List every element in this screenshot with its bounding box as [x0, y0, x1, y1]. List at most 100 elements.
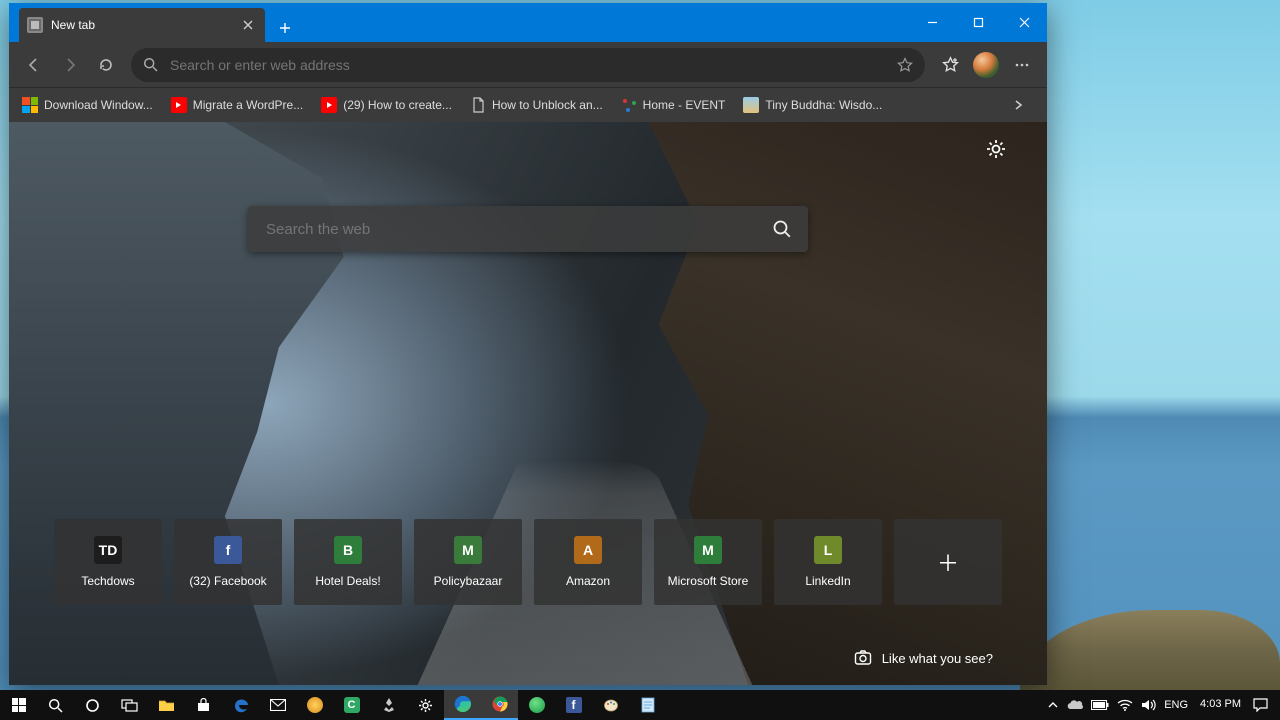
ntp-search-box[interactable]: [248, 206, 808, 252]
tile-label: Amazon: [566, 574, 610, 588]
tile-label: Policybazaar: [434, 574, 503, 588]
taskbar-file-explorer[interactable]: [148, 690, 185, 720]
ntp-tile-4[interactable]: A Amazon: [534, 519, 642, 605]
taskbar-app-4[interactable]: [518, 690, 555, 720]
titlebar: New tab: [9, 3, 1047, 42]
tray-volume-icon[interactable]: [1141, 690, 1156, 720]
new-tab-page: TD Techdows f(32) FacebookBHotel Deals! M Po…: [9, 122, 1047, 685]
ntp-tile-2[interactable]: BHotel Deals!: [294, 519, 402, 605]
bookmark-home-event[interactable]: Home - EVENT: [614, 93, 733, 117]
tile-icon: A: [574, 536, 602, 564]
bookmark-how-to-unblock[interactable]: How to Unblock an...: [463, 93, 610, 117]
address-input[interactable]: [168, 56, 897, 74]
tile-icon: M: [454, 536, 482, 564]
bookmark-label: How to Unblock an...: [492, 98, 603, 112]
taskbar: C f ENG 4:03 PM: [0, 690, 1280, 720]
back-button[interactable]: [17, 48, 51, 82]
start-button[interactable]: [0, 690, 37, 720]
bookmark-how-to-create[interactable]: (29) How to create...: [314, 93, 459, 117]
app-icon: C: [344, 697, 360, 713]
taskbar-settings[interactable]: [407, 690, 444, 720]
task-view-button[interactable]: [111, 690, 148, 720]
window-controls: [909, 3, 1047, 42]
ntp-search-input[interactable]: [264, 220, 772, 239]
bookmark-label: Migrate a WordPre...: [193, 98, 303, 112]
forward-button[interactable]: [53, 48, 87, 82]
youtube-icon: [321, 97, 337, 113]
tray-wifi-icon[interactable]: [1117, 690, 1133, 720]
facebook-icon: f: [566, 697, 582, 713]
tile-label: Techdows: [81, 574, 134, 588]
plus-icon: ＋: [934, 548, 962, 576]
ntp-tile-6[interactable]: L LinkedIn: [774, 519, 882, 605]
favorite-star-icon[interactable]: [897, 57, 913, 73]
bookmark-label: Home - EVENT: [643, 98, 726, 112]
tray-battery-icon[interactable]: [1091, 690, 1109, 720]
new-tab-button[interactable]: [271, 14, 299, 42]
tile-icon: M: [694, 536, 722, 564]
taskbar-mail[interactable]: [259, 690, 296, 720]
bookmark-download-windows[interactable]: Download Window...: [15, 93, 160, 117]
tray-overflow-button[interactable]: [1048, 690, 1058, 720]
ntp-tile-3[interactable]: M Policybazaar: [414, 519, 522, 605]
ntp-tile-5[interactable]: M Microsoft Store: [654, 519, 762, 605]
edge-window: New tab: [9, 3, 1047, 685]
taskbar-store[interactable]: [185, 690, 222, 720]
favorites-button[interactable]: [933, 48, 967, 82]
ntp-add-tile[interactable]: ＋: [894, 519, 1002, 605]
app-icon: [307, 697, 323, 713]
taskbar-edge-chromium[interactable]: [444, 690, 481, 720]
menu-button[interactable]: [1005, 48, 1039, 82]
taskbar-app-2[interactable]: C: [333, 690, 370, 720]
tile-icon: TD: [94, 536, 122, 564]
youtube-icon: [171, 97, 187, 113]
event-icon: [621, 97, 637, 113]
windows-logo-icon: [12, 698, 26, 712]
cortana-button[interactable]: [74, 690, 111, 720]
taskbar-edge-legacy[interactable]: [222, 690, 259, 720]
tile-label: Microsoft Store: [668, 574, 749, 588]
app-icon: [529, 697, 545, 713]
ntp-search-submit-icon[interactable]: [772, 219, 792, 239]
taskbar-app-3[interactable]: [370, 690, 407, 720]
maximize-button[interactable]: [955, 3, 1001, 42]
tile-label: (32) Facebook: [189, 574, 266, 588]
bookmark-label: (29) How to create...: [343, 98, 452, 112]
system-tray: ENG 4:03 PM: [1040, 690, 1280, 720]
bookmark-migrate-wordpress[interactable]: Migrate a WordPre...: [164, 93, 310, 117]
wallpaper-hill: [1020, 610, 1280, 690]
tray-language[interactable]: ENG: [1164, 690, 1188, 720]
close-window-button[interactable]: [1001, 3, 1047, 42]
bookmark-tiny-buddha[interactable]: Tiny Buddha: Wisdo...: [736, 93, 889, 117]
tray-clock[interactable]: 4:03 PM: [1200, 690, 1241, 720]
tray-onedrive-icon[interactable]: [1066, 690, 1083, 720]
taskbar-app-1[interactable]: [296, 690, 333, 720]
taskbar-notepad[interactable]: [629, 690, 666, 720]
camera-icon: [854, 649, 872, 667]
taskbar-search-button[interactable]: [37, 690, 74, 720]
tab-close-button[interactable]: [239, 16, 257, 34]
bookmark-label: Tiny Buddha: Wisdo...: [765, 98, 882, 112]
ntp-settings-button[interactable]: [985, 138, 1007, 160]
tile-icon: L: [814, 536, 842, 564]
ntp-tiles: TD Techdows f(32) FacebookBHotel Deals! M Po…: [54, 519, 1002, 605]
ntp-tile-1[interactable]: f(32) Facebook: [174, 519, 282, 605]
profile-button[interactable]: [969, 48, 1003, 82]
ntp-tile-0[interactable]: TD Techdows: [54, 519, 162, 605]
page-icon: [470, 97, 486, 113]
tab-title: New tab: [51, 18, 231, 32]
address-bar[interactable]: [131, 48, 925, 82]
tray-time: 4:03 PM: [1200, 699, 1241, 711]
search-icon: [143, 57, 158, 72]
tile-icon: B: [334, 536, 362, 564]
tile-label: LinkedIn: [805, 574, 850, 588]
tab-newtab[interactable]: New tab: [19, 8, 265, 42]
favorites-overflow-button[interactable]: [1011, 98, 1041, 112]
taskbar-facebook[interactable]: f: [555, 690, 592, 720]
taskbar-chrome[interactable]: [481, 690, 518, 720]
taskbar-paint[interactable]: [592, 690, 629, 720]
minimize-button[interactable]: [909, 3, 955, 42]
like-what-you-see[interactable]: Like what you see?: [854, 649, 993, 667]
tray-action-center-icon[interactable]: [1253, 690, 1268, 720]
refresh-button[interactable]: [89, 48, 123, 82]
